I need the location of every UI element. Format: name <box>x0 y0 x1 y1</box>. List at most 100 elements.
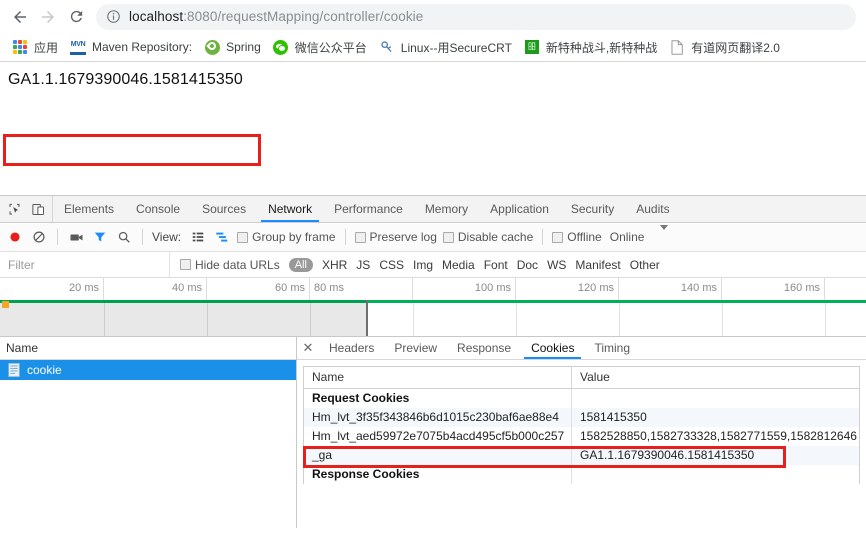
filter-type-css[interactable]: CSS <box>379 258 404 272</box>
cookies-table-row-ga[interactable]: _ga GA1.1.1679390046.1581415350 <box>303 445 860 465</box>
bookmark-special-forces[interactable]: 昍 新特种战斗,新特种战 <box>518 36 663 58</box>
cookie-value <box>572 389 860 408</box>
detail-tab-cookies[interactable]: Cookies <box>521 337 584 359</box>
devtools-tab-network[interactable]: Network <box>257 196 323 222</box>
filter-type-js[interactable]: JS <box>356 258 370 272</box>
document-icon <box>669 39 685 55</box>
cookie-name: Response Cookies <box>303 464 572 484</box>
detail-tab-headers[interactable]: Headers <box>319 337 384 359</box>
devtools-tab-performance[interactable]: Performance <box>323 196 414 222</box>
apps-grid-icon <box>12 39 28 55</box>
address-bar[interactable]: localhost:8080/requestMapping/controller… <box>96 3 856 30</box>
filter-type-other[interactable]: Other <box>630 258 660 272</box>
waterfall-view-icon[interactable] <box>213 228 231 246</box>
inspect-element-icon[interactable] <box>6 201 22 217</box>
record-circle-icon[interactable] <box>6 228 24 246</box>
close-icon[interactable]: ✕ <box>297 337 319 359</box>
filter-type-ws[interactable]: WS <box>547 258 566 272</box>
hide-data-urls-checkbox[interactable]: Hide data URLs <box>180 258 280 272</box>
magnifier-icon[interactable] <box>115 228 133 246</box>
request-list: Name cookie <box>0 337 297 528</box>
clear-prohibited-icon[interactable] <box>30 228 48 246</box>
tab-label: Sources <box>202 202 247 216</box>
tab-label: Application <box>490 202 549 216</box>
overview-body[interactable] <box>0 300 866 336</box>
bookmarks-bar: 应用 MVN Maven Repository: Spring 微信公众平台 L… <box>0 33 866 62</box>
cookies-table-row[interactable]: Hm_lvt_aed59972e7075b4acd495cf5b000c257 … <box>303 426 860 446</box>
filter-type-manifest[interactable]: Manifest <box>575 258 620 272</box>
back-arrow-icon <box>11 8 29 26</box>
group-by-frame-checkbox[interactable]: Group by frame <box>237 230 336 244</box>
ruler-tick: 20 ms <box>0 278 104 300</box>
device-toolbar-icon[interactable] <box>30 201 46 217</box>
detail-tab-preview[interactable]: Preview <box>384 337 447 359</box>
cookies-table-row[interactable]: Hm_lvt_3f35f343846b6d1015c230baf6ae88e4 … <box>303 407 860 427</box>
tab-label: Console <box>136 202 181 216</box>
toolbar-divider <box>542 229 544 245</box>
network-filter-bar: Filter Hide data URLs All XHR JS CSS Img… <box>0 252 866 278</box>
bookmark-youdao-translate[interactable]: 有道网页翻译2.0 <box>663 36 786 58</box>
bookmark-apps[interactable]: 应用 <box>6 36 64 58</box>
spring-leaf-icon <box>204 39 220 55</box>
chevron-down-icon <box>660 225 669 244</box>
devtools-tab-sources[interactable]: Sources <box>191 196 257 222</box>
funnel-icon[interactable] <box>91 228 109 246</box>
bookmark-wechat[interactable]: 微信公众平台 <box>267 36 373 58</box>
ruler-tick: 140 ms <box>619 278 722 300</box>
throttling-dropdown-arrow[interactable] <box>660 225 669 244</box>
devtools-tab-security[interactable]: Security <box>560 196 625 222</box>
ruler-tick: 160 ms <box>722 278 825 300</box>
page-content: GA1.1.1679390046.1581415350 <box>0 62 866 195</box>
devtools-tab-audits[interactable]: Audits <box>625 196 680 222</box>
devtools-tab-application[interactable]: Application <box>479 196 560 222</box>
checkbox-box <box>237 231 249 243</box>
info-circle-icon[interactable] <box>106 9 121 24</box>
bookmark-maven-repository[interactable]: MVN Maven Repository: <box>64 36 198 58</box>
network-toolbar: View: Group by frame Preserve log Disabl… <box>0 223 866 252</box>
network-overview[interactable]: 20 ms 40 ms 60 ms 80 ms 100 ms 120 ms 14… <box>0 278 866 337</box>
list-view-icon[interactable] <box>189 228 207 246</box>
address-bar-url: localhost:8080/requestMapping/controller… <box>129 9 423 24</box>
preserve-log-checkbox[interactable]: Preserve log <box>354 230 437 244</box>
filter-type-media[interactable]: Media <box>442 258 475 272</box>
overview-selection-window[interactable] <box>0 300 368 336</box>
request-row-cookie[interactable]: cookie <box>0 360 296 380</box>
ruler-tick: 100 ms <box>413 278 516 300</box>
disable-cache-checkbox[interactable]: Disable cache <box>442 230 533 244</box>
cookie-name: _ga <box>303 445 572 465</box>
preserve-log-label: Preserve log <box>369 230 437 244</box>
filter-type-font[interactable]: Font <box>484 258 508 272</box>
bookmark-linux-securecrt[interactable]: Linux--用SecureCRT <box>373 36 518 58</box>
detail-tab-response[interactable]: Response <box>447 337 521 359</box>
cookies-column-value[interactable]: Value <box>571 366 860 389</box>
filter-type-xhr[interactable]: XHR <box>322 258 347 272</box>
cookie-name: Hm_lvt_aed59972e7075b4acd495cf5b000c257 <box>303 426 572 446</box>
filter-type-doc[interactable]: Doc <box>517 258 538 272</box>
detail-tab-timing[interactable]: Timing <box>584 337 640 359</box>
tab-label: Memory <box>424 202 469 216</box>
filter-type-img[interactable]: Img <box>413 258 433 272</box>
devtools-tab-console[interactable]: Console <box>125 196 191 222</box>
cookies-column-name[interactable]: Name <box>303 366 572 389</box>
toolbar-divider <box>142 229 143 245</box>
bookmark-spring[interactable]: Spring <box>198 36 267 58</box>
tab-label: Network <box>268 202 313 216</box>
request-list-header[interactable]: Name <box>0 337 296 360</box>
filter-type-all[interactable]: All <box>288 257 313 272</box>
filter-input[interactable]: Filter <box>0 252 170 277</box>
forward-button[interactable] <box>34 3 62 31</box>
back-button[interactable] <box>6 3 34 31</box>
overview-selection-handle[interactable] <box>2 301 9 308</box>
devtools-tab-elements[interactable]: Elements <box>53 196 125 222</box>
offline-checkbox[interactable]: Offline <box>552 230 602 244</box>
request-list-rows: cookie <box>0 360 296 528</box>
throttling-select[interactable]: Online <box>610 230 645 244</box>
checkbox-box <box>180 259 191 270</box>
cookies-table: Name Value Request Cookies Hm_lvt_3f35f3… <box>303 366 860 484</box>
devtools-tabbar: Elements Console Sources Network Perform… <box>0 196 866 223</box>
cookie-value: 1581415350 <box>580 410 647 424</box>
camera-icon[interactable] <box>67 228 85 246</box>
devtools-tab-memory[interactable]: Memory <box>414 196 479 222</box>
secure-crt-icon <box>379 39 395 55</box>
reload-button[interactable] <box>62 3 90 31</box>
